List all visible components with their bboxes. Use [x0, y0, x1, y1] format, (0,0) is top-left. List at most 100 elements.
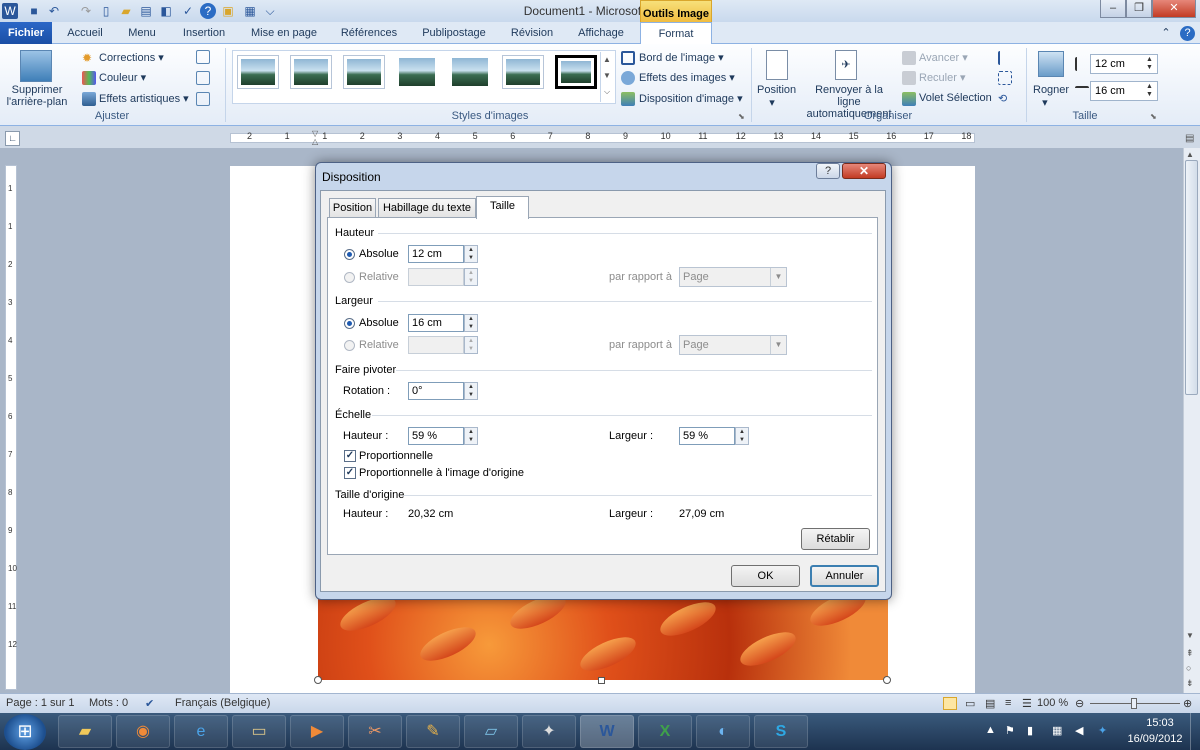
- resize-handle[interactable]: [314, 676, 322, 684]
- signal-icon[interactable]: ▮: [1027, 724, 1033, 737]
- clock-date[interactable]: 16/09/2012: [1120, 733, 1190, 745]
- group-objects-icon[interactable]: [998, 71, 1012, 85]
- ok-button[interactable]: OK: [731, 565, 800, 587]
- echelle-largeur-input[interactable]: 59 %: [679, 427, 735, 445]
- position-icon[interactable]: [766, 50, 788, 80]
- selection-pane-button[interactable]: Volet Sélection: [919, 92, 992, 104]
- tab-format[interactable]: Format: [640, 22, 712, 45]
- proportionnelle-origine-checkbox[interactable]: ✓: [344, 467, 356, 479]
- browse-object-icon[interactable]: ⇞ ○ ⇟: [1186, 646, 1194, 691]
- horizontal-ruler[interactable]: [230, 133, 975, 143]
- annuler-button[interactable]: Annuler: [810, 565, 879, 587]
- picture-border-button[interactable]: Bord de l'image ▾: [639, 51, 724, 64]
- scrollbar-thumb[interactable]: [1185, 160, 1198, 395]
- language-status[interactable]: Français (Belgique): [175, 697, 270, 709]
- spin-icon[interactable]: ▲ ▼: [464, 336, 478, 354]
- dialog-close-button[interactable]: ✕: [842, 163, 886, 179]
- tab-position[interactable]: Position: [329, 198, 376, 218]
- echelle-hauteur-input[interactable]: 59 %: [408, 427, 464, 445]
- zoom-slider-thumb[interactable]: [1131, 698, 1137, 709]
- picture-style-thumb[interactable]: [396, 55, 438, 89]
- change-picture-icon[interactable]: [196, 71, 210, 85]
- gimp-icon[interactable]: ✦: [522, 715, 576, 748]
- media-player-icon[interactable]: ▶: [290, 715, 344, 748]
- corrections-button[interactable]: Corrections ▾: [99, 51, 164, 64]
- zoom-in-icon[interactable]: ⊕: [1183, 697, 1192, 710]
- crop-icon[interactable]: [1038, 51, 1064, 77]
- snipping-tool-icon[interactable]: ✂: [348, 715, 402, 748]
- page-count[interactable]: Page : 1 sur 1: [6, 697, 75, 709]
- thunderbird-icon[interactable]: ◐: [696, 715, 750, 748]
- vertical-ruler[interactable]: [5, 165, 17, 690]
- crop-button[interactable]: Rogner ▾: [1033, 84, 1069, 109]
- show-desktop-button[interactable]: [1190, 713, 1200, 750]
- proofing-icon[interactable]: ✔: [145, 697, 154, 710]
- bring-forward-button[interactable]: Avancer ▾: [919, 51, 968, 64]
- rotation-input[interactable]: 0°: [408, 382, 464, 400]
- picture-style-thumb[interactable]: [343, 55, 385, 89]
- word-taskbar-icon[interactable]: W: [580, 715, 634, 748]
- compress-pictures-icon[interactable]: [196, 50, 210, 64]
- tab-references[interactable]: Références: [334, 22, 404, 44]
- spin-icon[interactable]: ▲ ▼: [464, 382, 478, 400]
- picture-style-thumb[interactable]: [237, 55, 279, 89]
- picture-style-thumb[interactable]: [290, 55, 332, 89]
- tab-mise-en-page[interactable]: Mise en page: [242, 22, 326, 44]
- tab-taille[interactable]: Taille: [476, 196, 529, 219]
- hauteur-absolue-radio[interactable]: [344, 249, 355, 260]
- close-window-button[interactable]: ✕: [1152, 0, 1196, 18]
- gallery-scroll-icon[interactable]: ▲ ▼ ⌵: [600, 52, 613, 102]
- draft-view-icon[interactable]: ☰: [1022, 697, 1032, 710]
- minimize-ribbon-icon[interactable]: ⌃: [1158, 22, 1174, 44]
- network-icon[interactable]: ▦: [1052, 724, 1062, 737]
- tab-publipostage[interactable]: Publipostage: [412, 22, 496, 44]
- view-ruler-icon[interactable]: ▤: [1185, 133, 1199, 147]
- chevron-down-icon[interactable]: ▼: [770, 336, 786, 354]
- paint-icon[interactable]: ✎: [406, 715, 460, 748]
- rotate-icon[interactable]: ⟲: [998, 92, 1012, 106]
- zoom-out-icon[interactable]: ⊖: [1075, 697, 1084, 710]
- spin-icon[interactable]: ▲ ▼: [464, 245, 478, 263]
- spin-icon[interactable]: ▲ ▼: [735, 427, 749, 445]
- picture-style-thumb[interactable]: [449, 55, 491, 89]
- remove-background-button[interactable]: Supprimer l'arrière-plan: [4, 84, 70, 108]
- tab-accueil[interactable]: Accueil: [60, 22, 110, 44]
- spin-icon[interactable]: ▲ ▼: [464, 314, 478, 332]
- tray-expand-icon[interactable]: ▲: [985, 724, 996, 736]
- start-button[interactable]: ⊞: [4, 714, 46, 750]
- tab-fichier[interactable]: Fichier: [0, 22, 52, 44]
- tab-menu[interactable]: Menu: [118, 22, 166, 44]
- indent-marker-icon[interactable]: ▽ △: [312, 130, 322, 148]
- picture-layout-button[interactable]: Disposition d'image ▾: [639, 92, 743, 105]
- largeur-relative-input[interactable]: [408, 336, 464, 354]
- outline-view-icon[interactable]: ≡: [1005, 697, 1011, 709]
- dialog-launcher-icon[interactable]: ⬊: [1150, 112, 1157, 121]
- zoom-level[interactable]: 100 %: [1037, 697, 1068, 709]
- notes-icon[interactable]: ▱: [464, 715, 518, 748]
- minimize-button[interactable]: –: [1100, 0, 1126, 18]
- resize-handle[interactable]: [883, 676, 891, 684]
- hauteur-absolue-input[interactable]: 12 cm: [408, 245, 464, 263]
- spin-icon[interactable]: ▲ ▼: [464, 427, 478, 445]
- tab-insertion[interactable]: Insertion: [174, 22, 234, 44]
- flag-icon[interactable]: ⚑: [1005, 724, 1015, 737]
- picture-style-thumb[interactable]: [502, 55, 544, 89]
- excel-icon[interactable]: X: [638, 715, 692, 748]
- picture-style-thumb-selected[interactable]: [555, 55, 597, 89]
- hauteur-relative-radio[interactable]: [344, 272, 355, 283]
- reset-picture-icon[interactable]: [196, 92, 210, 106]
- remove-background-icon[interactable]: [20, 50, 52, 82]
- artistic-effects-button[interactable]: Effets artistiques ▾: [99, 92, 189, 105]
- wrap-text-icon[interactable]: ✈: [835, 50, 857, 80]
- scroll-up-icon[interactable]: ▲: [1186, 150, 1194, 159]
- proportionnelle-checkbox[interactable]: ✓: [344, 450, 356, 462]
- position-button[interactable]: Position ▾: [757, 84, 796, 109]
- flower-image[interactable]: [318, 592, 888, 680]
- scroll-down-icon[interactable]: ▼: [1186, 631, 1194, 640]
- retablir-button[interactable]: Rétablir: [801, 528, 870, 550]
- tab-selector-icon[interactable]: ∟: [5, 131, 20, 146]
- word-count[interactable]: Mots : 0: [89, 697, 128, 709]
- photo-viewer-icon[interactable]: ▭: [232, 715, 286, 748]
- largeur-absolue-input[interactable]: 16 cm: [408, 314, 464, 332]
- largeur-absolue-radio[interactable]: [344, 318, 355, 329]
